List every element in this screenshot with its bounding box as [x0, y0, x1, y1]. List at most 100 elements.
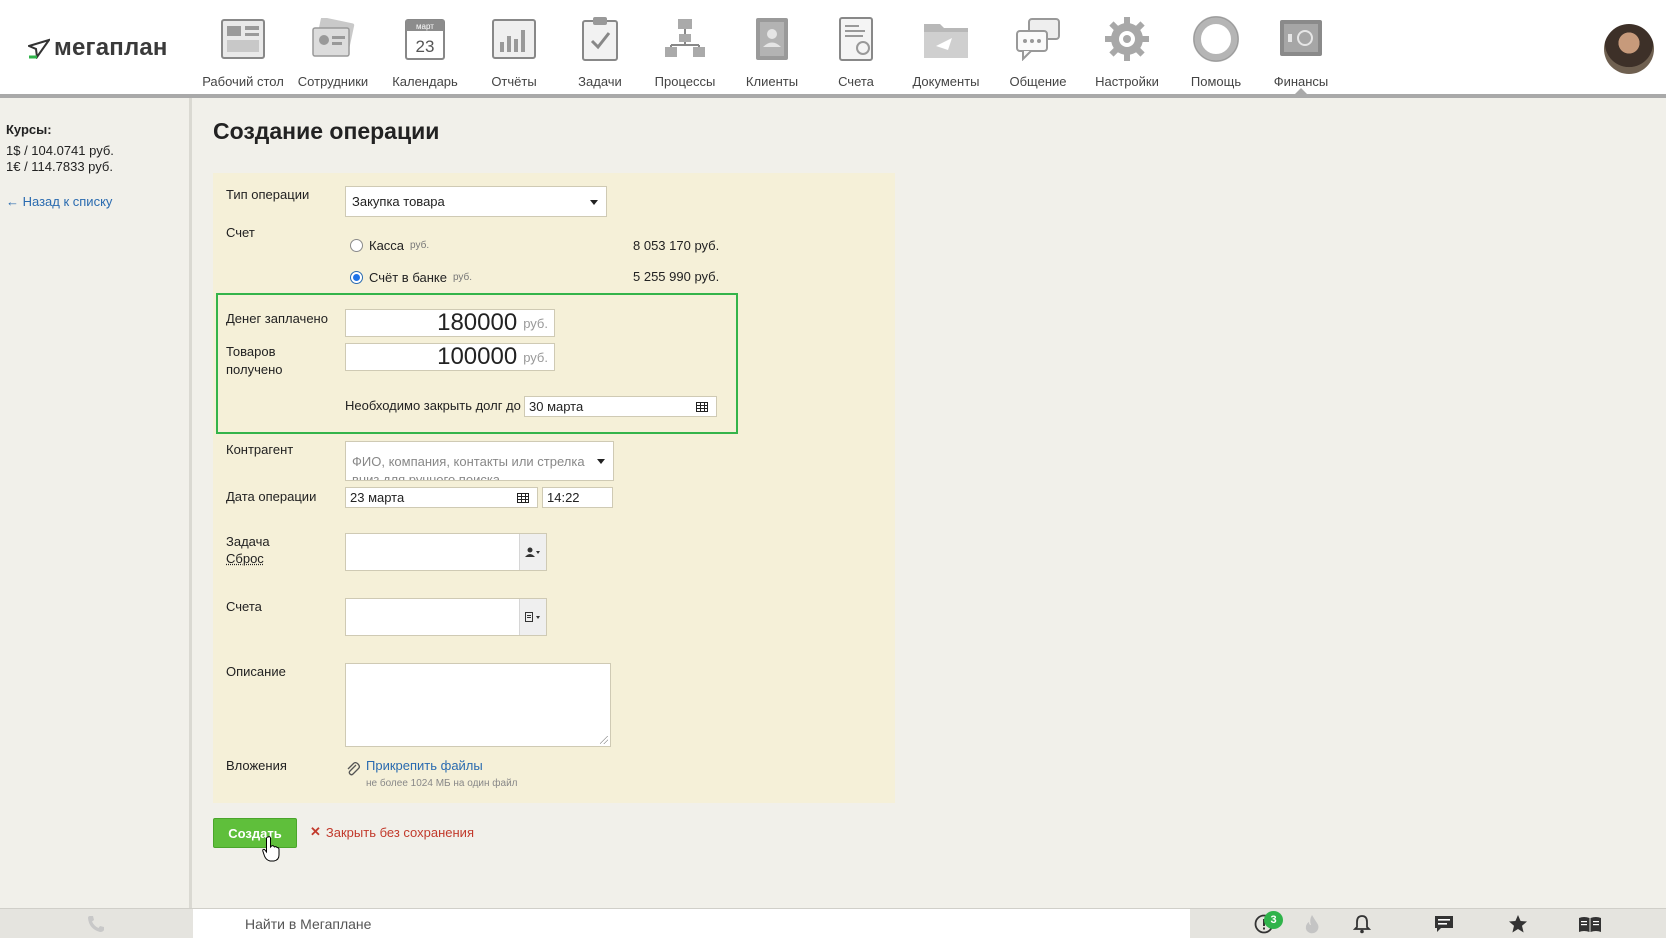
back-to-list-link[interactable]: ← Назад к списку: [6, 194, 112, 209]
nav-employees[interactable]: Сотрудники: [286, 0, 380, 94]
rate-usd: 1$ / 104.0741 руб.: [6, 143, 114, 158]
operation-date-input[interactable]: 23 марта: [345, 487, 538, 508]
resize-handle[interactable]: [600, 736, 608, 744]
task-label: Задача: [226, 534, 270, 549]
alerts-count-badge: 3: [1264, 911, 1283, 929]
employees-icon: [308, 14, 358, 64]
account-option-cash[interactable]: Касса руб.: [350, 238, 429, 253]
account-option-bank[interactable]: Счёт в банке руб.: [350, 270, 472, 285]
paperclip-icon: [347, 762, 360, 776]
nav-reports[interactable]: Отчёты: [470, 0, 558, 94]
processes-icon: [660, 14, 710, 64]
settings-icon: [1102, 14, 1152, 64]
invoices-label: Счета: [226, 599, 262, 614]
debt-date-input[interactable]: 30 марта: [524, 396, 717, 417]
chevron-down-icon: [590, 199, 598, 209]
money-paid-label: Денег заплачено: [226, 311, 328, 326]
nav-documents[interactable]: Документы: [896, 0, 996, 94]
messages-icon[interactable]: [1432, 914, 1456, 934]
logo-text: мегаплан: [54, 34, 168, 61]
nav-label: Отчёты: [491, 74, 537, 89]
description-textarea[interactable]: [345, 663, 611, 747]
account-currency: руб.: [452, 272, 473, 283]
reports-icon: [489, 14, 539, 64]
operation-date-label: Дата операции: [226, 489, 317, 504]
page-title: Создание операции: [213, 118, 440, 144]
calendar-icon[interactable]: [517, 492, 529, 503]
attach-files-link[interactable]: Прикрепить файлы: [366, 758, 483, 773]
goods-received-label-line1: Товаров: [226, 344, 276, 359]
nav-invoices[interactable]: Счета: [816, 0, 896, 94]
nav-label: Клиенты: [745, 74, 799, 89]
money-paid-value: 180000: [437, 309, 518, 336]
hand-cursor-icon: [262, 836, 280, 862]
nav-tasks[interactable]: Задачи: [558, 0, 642, 94]
nav-label: Финансы: [1273, 74, 1329, 89]
create-button[interactable]: Создать: [213, 818, 297, 848]
bottom-bar: Найти в Мегаплане 3: [0, 908, 1666, 938]
counterparty-combobox[interactable]: ФИО, компания, контакты или стрелка вниз…: [345, 441, 614, 481]
nav-clients[interactable]: Клиенты: [728, 0, 816, 94]
operation-time-value: 14:22: [547, 490, 580, 505]
nav-help[interactable]: Помощь: [1174, 0, 1258, 94]
global-search-input[interactable]: Найти в Мегаплане: [193, 909, 1190, 938]
task-reset-link[interactable]: Сброс: [226, 551, 264, 566]
nav-settings[interactable]: Настройки: [1080, 0, 1174, 94]
nav-label: Сотрудники: [297, 74, 369, 89]
documents-icon: [921, 14, 971, 64]
account-name: Касса: [369, 238, 405, 253]
task-input[interactable]: [345, 533, 547, 571]
calendar-icon[interactable]: [696, 401, 708, 412]
rate-eur: 1€ / 114.7833 руб.: [6, 159, 113, 174]
close-label: Закрыть без сохранения: [325, 824, 474, 840]
knowledge-base-icon[interactable]: [1578, 914, 1602, 934]
attachments-label: Вложения: [226, 758, 287, 773]
debt-deadline-label: Необходимо закрыть долг до: [345, 398, 521, 413]
logo-plane-icon: [28, 38, 50, 59]
currency-suffix: руб.: [523, 349, 548, 365]
left-sidebar: Курсы: 1$ / 104.0741 руб. 1€ / 114.7833 …: [0, 98, 192, 908]
money-paid-input[interactable]: 180000 руб.: [345, 309, 555, 337]
nav-chat[interactable]: Общение: [996, 0, 1080, 94]
radio-bank[interactable]: [350, 271, 363, 284]
tasks-icon: [575, 14, 625, 64]
counterparty-placeholder-line2: вниз для ручного поиска: [352, 472, 501, 481]
user-picker-button[interactable]: [519, 534, 546, 570]
goods-received-value: 100000: [437, 343, 518, 370]
bell-icon[interactable]: [1350, 914, 1374, 934]
nav-label: Календарь: [392, 74, 458, 89]
global-search-placeholder: Найти в Мегаплане: [245, 915, 372, 932]
chevron-down-icon[interactable]: [597, 459, 605, 468]
fire-icon[interactable]: [1300, 914, 1324, 934]
nav-finance[interactable]: Финансы: [1258, 0, 1344, 94]
nav-desktop[interactable]: Рабочий стол: [200, 0, 286, 94]
goods-received-label-line2: получено: [226, 362, 283, 377]
phone-icon[interactable]: [87, 915, 105, 933]
nav-processes[interactable]: Процессы: [642, 0, 728, 94]
nav-calendar[interactable]: март 23 Календарь: [380, 0, 470, 94]
operation-date-value: 23 марта: [350, 490, 405, 505]
rates-title: Курсы:: [6, 122, 52, 137]
star-icon[interactable]: [1506, 914, 1530, 934]
nav-label: Счета: [838, 74, 874, 89]
close-without-saving-link[interactable]: ✕ Закрыть без сохранения: [310, 824, 474, 840]
desktop-icon: [218, 14, 268, 64]
phone-area: [0, 909, 192, 938]
close-icon: ✕: [310, 824, 321, 839]
operation-time-input[interactable]: 14:22: [542, 487, 613, 508]
operation-type-select[interactable]: Закупка товара: [345, 186, 607, 217]
nav-label: Процессы: [654, 74, 716, 89]
calendar-day: 23: [416, 37, 435, 56]
account-balance-cash: 8 053 170 руб.: [633, 238, 720, 253]
user-avatar[interactable]: [1604, 24, 1654, 74]
attach-size-hint: не более 1024 МБ на один файл: [366, 778, 518, 789]
debt-date-value: 30 марта: [529, 399, 584, 414]
invoices-input[interactable]: [345, 598, 547, 636]
invoice-picker-button[interactable]: [519, 599, 546, 635]
account-label: Счет: [226, 225, 255, 240]
megaplan-logo[interactable]: мегаплан: [28, 34, 168, 62]
goods-received-input[interactable]: 100000 руб.: [345, 343, 555, 371]
radio-cash[interactable]: [350, 239, 363, 252]
top-header: мегаплан Рабочий стол Сотрудники март 23 …: [0, 0, 1666, 98]
finance-icon: [1276, 14, 1326, 64]
